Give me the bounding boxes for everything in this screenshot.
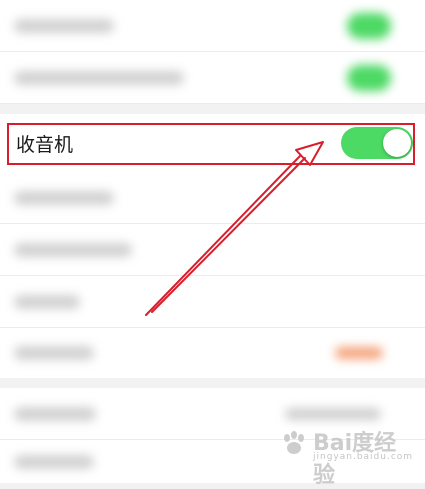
settings-group-top — [0, 0, 425, 104]
blurred-label — [14, 18, 114, 33]
blurred-badge — [335, 347, 383, 359]
radio-setting-row[interactable]: 收音机 — [7, 123, 415, 165]
blurred-label — [14, 242, 132, 257]
settings-row[interactable] — [0, 52, 425, 104]
blurred-toggle[interactable] — [347, 12, 391, 39]
toggle-knob — [383, 129, 411, 157]
radio-label: 收音机 — [16, 134, 74, 156]
blurred-label — [14, 454, 94, 469]
blurred-label — [14, 406, 96, 421]
blurred-toggle[interactable] — [347, 64, 391, 91]
paw-logo-icon — [284, 431, 304, 454]
settings-row[interactable] — [0, 0, 425, 52]
blurred-label — [14, 190, 114, 205]
radio-toggle-switch[interactable] — [341, 127, 413, 159]
blurred-label — [14, 70, 184, 85]
settings-screen: 收音机 Bai度经验 jingyan.baidu.com — [0, 0, 425, 488]
blurred-label — [14, 294, 80, 309]
settings-row[interactable] — [0, 172, 425, 224]
blurred-label — [14, 346, 94, 360]
watermark: Bai度经验 jingyan.baidu.com — [279, 425, 412, 488]
watermark-url: jingyan.baidu.com — [313, 452, 414, 462]
blurred-value — [285, 407, 381, 420]
settings-row[interactable] — [0, 276, 425, 328]
settings-row[interactable] — [0, 328, 425, 378]
settings-row[interactable] — [0, 224, 425, 276]
